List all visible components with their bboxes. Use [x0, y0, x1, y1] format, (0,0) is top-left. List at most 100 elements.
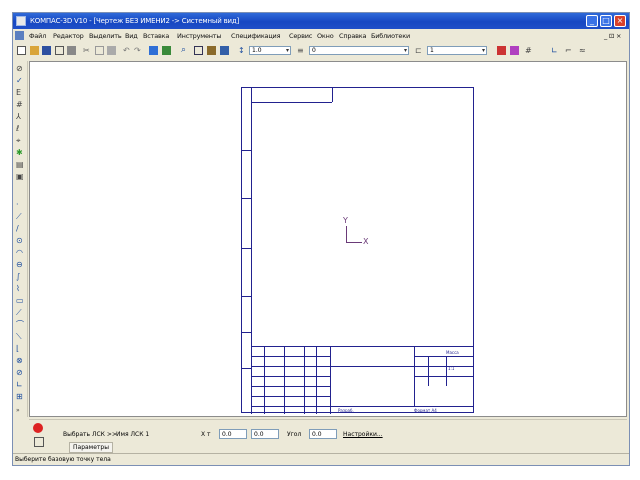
create-object-icon[interactable] — [34, 437, 44, 447]
angle-field[interactable]: 0.0 — [309, 429, 337, 439]
copy-icon[interactable] — [95, 46, 104, 55]
menu-tools[interactable]: Инструменты — [177, 32, 222, 40]
variables-icon[interactable] — [162, 46, 171, 55]
layer-combo[interactable]: 0 — [309, 46, 409, 55]
ortho-icon[interactable]: ⌐ — [565, 46, 574, 55]
pan-icon[interactable] — [207, 46, 216, 55]
open-folder-icon[interactable] — [30, 46, 39, 55]
parametrization-icon[interactable]: ⅄ — [16, 113, 24, 121]
rectangle-icon[interactable]: ▭ — [16, 297, 24, 305]
layer-icon[interactable]: ≡ — [297, 46, 306, 55]
report-icon[interactable]: ▤ — [16, 161, 24, 169]
arc-icon[interactable]: ◠ — [16, 249, 24, 257]
tab-parameters[interactable]: Параметры — [69, 442, 113, 453]
select-lcs-button[interactable]: Выбрать ЛСК >> — [63, 431, 117, 438]
menu-insert[interactable]: Вставка — [143, 32, 169, 40]
sheet-line — [242, 248, 251, 249]
zoom-window-icon[interactable] — [194, 46, 203, 55]
y-coordinate-field[interactable]: 0.0 — [251, 429, 279, 439]
step-combo[interactable]: 1.0 — [249, 46, 291, 55]
menu-service[interactable]: Сервис — [289, 32, 312, 40]
symmetry-icon[interactable]: ⊘ — [16, 369, 24, 377]
x-coordinate-field[interactable]: 0.0 — [219, 429, 247, 439]
print-preview-icon[interactable] — [55, 46, 64, 55]
aux-line-icon[interactable]: ⟋ — [16, 213, 24, 221]
style-combo[interactable]: 1 — [427, 46, 487, 55]
snap-icon[interactable]: ↕ — [238, 46, 247, 55]
save-icon[interactable] — [42, 46, 51, 55]
maximize-button[interactable]: □ — [600, 15, 612, 27]
sheet-line — [251, 102, 332, 103]
menu-window[interactable]: Окно — [317, 32, 334, 40]
paste-icon[interactable] — [107, 46, 116, 55]
select-icon[interactable]: ⌖ — [16, 137, 24, 145]
measure-icon[interactable]: ℓ — [16, 125, 24, 133]
x-coordinate-label: X т — [201, 431, 211, 438]
menu-select[interactable]: Выделить — [89, 32, 122, 40]
contour-icon[interactable]: ⌊ — [16, 345, 24, 353]
minimize-button[interactable]: _ — [586, 15, 598, 27]
spline-icon[interactable]: ∫ — [16, 273, 24, 281]
refresh-icon[interactable] — [220, 46, 229, 55]
zoom-icon[interactable]: ⌕ — [181, 46, 190, 55]
mass-label: Масса — [446, 350, 459, 355]
sheet-line — [242, 296, 251, 297]
redo-icon[interactable]: ↷ — [134, 46, 143, 55]
geometry-icon[interactable]: ⊘ — [16, 65, 24, 73]
macro-icon[interactable]: ⊞ — [16, 393, 24, 401]
segment-icon[interactable]: / — [16, 225, 24, 233]
menu-editor[interactable]: Редактор — [53, 32, 84, 40]
menu-help[interactable]: Справка — [339, 32, 366, 40]
y-axis-line — [346, 226, 347, 242]
local-cs-icon[interactable]: ∟ — [551, 46, 560, 55]
polyline-icon[interactable]: ⌇ — [16, 285, 24, 293]
title-block-line — [251, 356, 330, 357]
local-cs-tool-icon[interactable]: ∟ — [16, 381, 24, 389]
paint-icon[interactable] — [510, 46, 519, 55]
sheet-line — [332, 88, 333, 102]
dimensions-icon[interactable]: ✓ — [16, 77, 24, 85]
menu-specification[interactable]: Спецификация — [231, 32, 280, 40]
settings-link[interactable]: Настройки... — [343, 431, 383, 438]
chamfer-icon[interactable]: ⟋ — [16, 309, 24, 317]
library-icon[interactable]: ▣ — [16, 173, 24, 181]
title-block-line — [414, 356, 474, 357]
menu-libraries[interactable]: Библиотеки — [371, 32, 410, 40]
equidistant-icon[interactable]: ⊗ — [16, 357, 24, 365]
document-window-controls[interactable]: _ ⊡ × — [604, 32, 621, 40]
ellipse-icon[interactable]: ⊖ — [16, 261, 24, 269]
title-block-line — [446, 356, 447, 386]
style-icon[interactable]: ⊏ — [415, 46, 424, 55]
point-icon[interactable]: · — [16, 201, 24, 209]
hatch-icon[interactable]: ⟍ — [16, 333, 24, 341]
angle-label: Угол — [287, 431, 302, 438]
sheet-line — [251, 88, 252, 102]
standard-toolbar: ✂ ↶ ↷ ⌕ ↕ 1.0 ≡ 0 ⊏ 1 # ∟ ⌐ ≈ — [13, 44, 629, 58]
title-block-line — [414, 376, 474, 377]
print-icon[interactable] — [67, 46, 76, 55]
stop-icon[interactable] — [33, 423, 43, 433]
undo-icon[interactable]: ↶ — [123, 46, 132, 55]
fillet-icon[interactable]: ⌒ — [16, 321, 24, 329]
manager-icon[interactable] — [149, 46, 158, 55]
new-document-icon[interactable] — [17, 46, 26, 55]
sheet-scale: 1:1 — [448, 366, 455, 371]
lcs-name-label: Имя ЛСК 1 — [116, 431, 150, 438]
menu-view[interactable]: Вид — [125, 32, 138, 40]
notation-icon[interactable]: E — [16, 89, 24, 97]
close-button[interactable]: × — [614, 15, 626, 27]
color-icon[interactable] — [497, 46, 506, 55]
cut-icon[interactable]: ✂ — [83, 46, 92, 55]
drawing-canvas[interactable]: 1:1 Масса Разраб. Формат A4 Y X — [29, 61, 627, 417]
title-block-line — [428, 356, 429, 386]
round-icon[interactable]: ≈ — [579, 46, 588, 55]
title-block-line — [304, 346, 305, 414]
menu-file[interactable]: Файл — [29, 32, 46, 40]
circle-icon[interactable]: ⊙ — [16, 237, 24, 245]
more-tools-icon[interactable]: » — [16, 407, 24, 415]
compact-toolbar: ⊘ ✓ E # ⅄ ℓ ⌖ ✱ ▤ ▣ · ⟋ / ⊙ ◠ ⊖ ∫ ⌇ ▭ ⟋ … — [13, 61, 28, 417]
spec-icon[interactable]: ✱ — [16, 149, 24, 157]
menu-bar: Файл Редактор Выделить Вид Вставка Инстр… — [13, 30, 629, 42]
edit-icon[interactable]: # — [16, 101, 24, 109]
grid-icon[interactable]: # — [525, 46, 534, 55]
